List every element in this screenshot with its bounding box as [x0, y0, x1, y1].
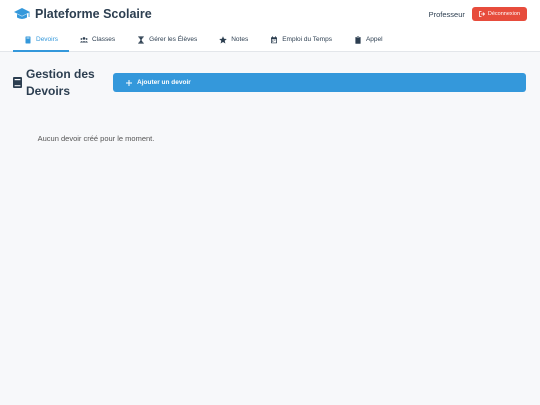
tab-eleves[interactable]: Gérer les Élèves: [126, 28, 208, 51]
users-icon: [80, 36, 89, 44]
add-button-label: Ajouter un devoir: [137, 79, 191, 86]
tab-classes[interactable]: Classes: [69, 28, 126, 51]
tab-notes[interactable]: Notes: [208, 28, 259, 51]
top-header: Plateforme Scolaire Professeur Déconnexi…: [0, 0, 540, 28]
logout-button[interactable]: Déconnexion: [471, 7, 527, 21]
sign-out-icon: [478, 11, 485, 17]
tab-label: Appel: [365, 36, 383, 43]
tab-label: Notes: [231, 36, 249, 43]
clipboard-icon: [354, 35, 362, 44]
app-title: Plateforme Scolaire: [35, 7, 152, 21]
star-icon: [219, 35, 228, 44]
brand: Plateforme Scolaire: [13, 7, 152, 21]
tab-label: Emploi du Temps: [282, 36, 332, 43]
header-actions: Professeur Déconnexion: [429, 7, 527, 21]
tab-label: Classes: [92, 36, 116, 43]
section-header: Gestion des Devoirs: [13, 66, 111, 100]
tab-emploi-du-temps[interactable]: Emploi du Temps: [259, 28, 343, 51]
page-title: Gestion des Devoirs: [26, 67, 95, 98]
book-icon: [13, 77, 22, 88]
tab-appel[interactable]: Appel: [343, 28, 394, 51]
plus-icon: [126, 79, 132, 86]
tab-label: Gérer les Élèves: [149, 36, 198, 43]
tab-label: Devoirs: [36, 36, 59, 43]
user-role: Professeur: [428, 9, 465, 19]
main-nav: Devoirs Classes Gérer les Élèves Notes E…: [0, 28, 540, 52]
book-icon: [24, 36, 32, 44]
graduation-cap-icon: [13, 7, 31, 21]
empty-state-message: Aucun devoir créé pour le moment.: [37, 134, 155, 143]
add-homework-button[interactable]: Ajouter un devoir: [113, 73, 526, 92]
logout-label: Déconnexion: [487, 11, 520, 17]
hourglass-icon: [137, 35, 145, 44]
calendar-icon: [270, 35, 278, 44]
tab-devoirs[interactable]: Devoirs: [13, 28, 70, 52]
